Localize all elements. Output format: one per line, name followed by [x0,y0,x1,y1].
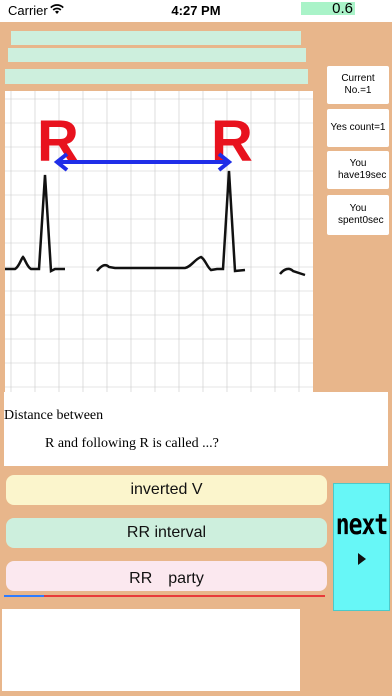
answer-option-1[interactable]: inverted V [6,475,327,505]
answer-option-label: RR party [129,570,204,587]
progress-done [4,595,44,597]
header-bar-3 [5,69,308,84]
answer-option-3[interactable]: RR party [6,561,327,591]
answer-option-label: RR interval [126,524,207,541]
question-line-2: R and following R is called ...? [45,436,219,451]
play-arrow-icon [357,552,367,571]
header-bar-2 [8,48,306,62]
progress-remaining [44,595,325,597]
time-spent-label: You spent0sec [338,203,384,226]
status-bar: Carrier 4:27 PM 0.6 [0,0,392,22]
answer-option-2[interactable]: RR interval [6,518,327,548]
yes-count-box: Yes count=1 [327,109,389,147]
battery-indicator: 0.6 [301,1,355,16]
time-left-label: You have19sec [338,158,387,181]
ecg-image: R R [5,91,313,393]
time-spent-box: You spent0sec [327,195,389,235]
answer-option-label: inverted V [130,481,203,498]
time-left-box: You have19sec [327,151,389,189]
question-line-1: Distance between [4,408,104,423]
header-bar-1 [11,31,301,45]
current-number-label: Current No.=1 [341,73,375,96]
next-button[interactable]: next [333,483,390,611]
r-label-right: R [211,109,253,174]
answer-feedback-area [2,609,300,691]
yes-count-label: Yes count=1 [330,122,386,133]
next-button-label: next [335,508,388,542]
current-number-box: Current No.=1 [327,66,389,104]
question-panel: Distance between R and following R is ca… [4,392,388,466]
